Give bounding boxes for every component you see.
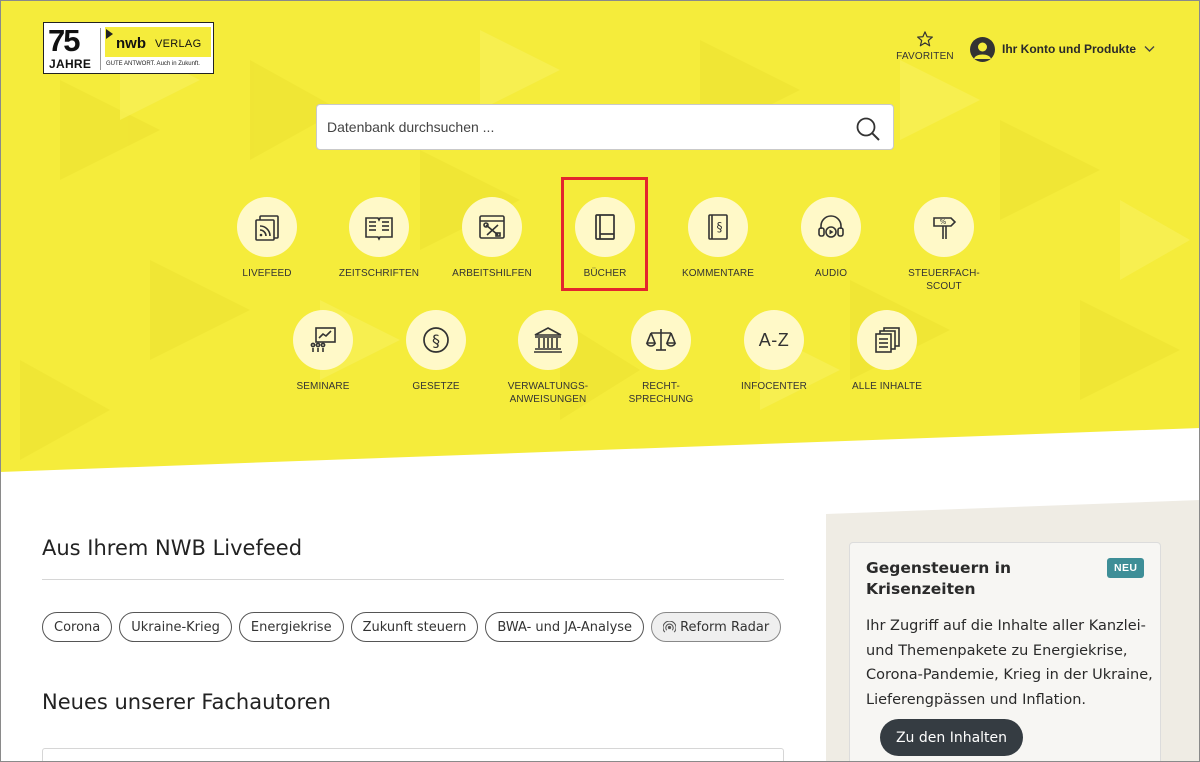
livefeed-heading: Aus Ihrem NWB Livefeed [42, 536, 303, 560]
headphones-icon [818, 215, 844, 238]
tile-rechtsprechung[interactable]: RECHT- SPRECHUNG [611, 310, 711, 406]
nwb-logo[interactable]: 75 JAHRE nwb VERLAG GUTE ANTWORT. Auch i… [43, 22, 214, 74]
svg-text:§: § [432, 331, 440, 350]
livefeed-icon [255, 215, 279, 241]
tag-corona[interactable]: Corona [42, 612, 113, 642]
tag-energiekrise[interactable]: Energiekrise [238, 612, 344, 642]
tile-label: ZEITSCHRIFTEN [338, 268, 420, 279]
scales-icon [645, 329, 677, 351]
tile-label: KOMMENTARE [682, 268, 754, 279]
search-icon [856, 117, 880, 141]
search-bar [316, 104, 894, 150]
logo-brand-suffix: VERLAG [155, 38, 202, 50]
tile-label: INFOCENTER [741, 381, 807, 392]
tile-livefeed[interactable]: LIVEFEED [217, 197, 317, 280]
tag-bwa-ja-analyse[interactable]: BWA- und JA-Analyse [485, 612, 645, 642]
tile-gesetze[interactable]: § GESETZE [386, 310, 486, 393]
logo-triangle-icon [106, 29, 113, 39]
tile-buecher[interactable]: BÜCHER [555, 197, 655, 280]
search-input[interactable] [327, 105, 827, 149]
tag-zukunft-steuern[interactable]: Zukunft steuern [350, 612, 479, 642]
tag-reform-radar-label: Reform Radar [680, 619, 770, 635]
tile-label: BÜCHER [583, 268, 627, 279]
tile-steuerfachscout[interactable]: % STEUERFACH- SCOUT [894, 197, 994, 293]
tile-alle-inhalte[interactable]: ALLE INHALTE [837, 310, 937, 393]
radar-icon [663, 620, 677, 633]
promo-title: Gegensteuern in Krisenzeiten [866, 559, 1011, 598]
tile-label: SEMINARE [296, 381, 350, 392]
tile-label: RECHT- SPRECHUNG [628, 381, 694, 405]
tile-circle [801, 197, 861, 257]
svg-text:%: % [940, 218, 947, 226]
promo-button[interactable]: Zu den Inhalten [880, 719, 1023, 756]
tile-circle [293, 310, 353, 370]
tile-circle: § [688, 197, 748, 257]
tile-label: GESETZE [412, 381, 460, 392]
tile-circle [631, 310, 691, 370]
book-icon [595, 214, 615, 240]
tile-circle: A-Z [744, 310, 804, 370]
az-icon: A-Z [758, 329, 790, 350]
tile-circle [237, 197, 297, 257]
tile-verwaltungsanweisungen[interactable]: VERWALTUNGS- ANWEISUNGEN [498, 310, 598, 406]
tile-label: STEUERFACH- SCOUT [908, 268, 980, 292]
authors-list-box [42, 748, 784, 762]
new-badge: NEU [1107, 558, 1145, 578]
chevron-down-icon [1144, 46, 1155, 52]
account-menu[interactable]: Ihr Konto und Produkte [970, 36, 1155, 62]
tile-circle [518, 310, 578, 370]
tools-icon [479, 215, 505, 239]
tag-ukraine-krieg[interactable]: Ukraine-Krieg [119, 612, 232, 642]
tile-arbeitshilfen[interactable]: ARBEITSHILFEN [442, 197, 542, 280]
tile-label: LIVEFEED [242, 268, 292, 279]
tile-circle [349, 197, 409, 257]
magazine-icon [365, 217, 393, 241]
tile-circle [857, 310, 917, 370]
tile-kommentare[interactable]: § KOMMENTARE [668, 197, 768, 280]
logo-years-number: 75 [48, 23, 81, 58]
tile-circle: % [914, 197, 974, 257]
tile-infocenter[interactable]: A-Z INFOCENTER [724, 310, 824, 393]
svg-text:§: § [717, 220, 723, 234]
logo-years-word: JAHRE [49, 57, 92, 71]
tile-circle: § [406, 310, 466, 370]
documents-icon [875, 327, 900, 353]
signpost-icon: % [933, 217, 957, 239]
logo-divider [100, 28, 101, 70]
tile-seminare[interactable]: SEMINARE [273, 310, 373, 393]
tile-label: ALLE INHALTE [852, 381, 922, 392]
tag-reform-radar[interactable]: Reform Radar [651, 612, 782, 642]
tile-circle [462, 197, 522, 257]
account-label: Ihr Konto und Produkte [1002, 42, 1136, 56]
seminar-icon [310, 327, 336, 352]
favorites-label: FAVORITEN [896, 51, 954, 62]
promo-text: Ihr Zugriff auf die Inhalte aller Kanzle… [866, 618, 1153, 708]
heading-divider [42, 579, 784, 580]
tile-label: AUDIO [814, 268, 848, 279]
livefeed-tags: Corona Ukraine-Krieg Energiekrise Zukunf… [42, 612, 788, 642]
tile-zeitschriften[interactable]: ZEITSCHRIFTEN [329, 197, 429, 280]
authors-heading: Neues unserer Fachautoren [42, 690, 331, 714]
logo-tagline: GUTE ANTWORT. Auch in Zukunft. [106, 61, 200, 67]
paragraph-icon: § [423, 327, 449, 353]
building-icon [534, 327, 562, 353]
tile-circle [575, 197, 635, 257]
commentary-icon: § [708, 214, 728, 240]
search-button[interactable] [855, 116, 881, 142]
favorites-button[interactable]: FAVORITEN [893, 30, 957, 62]
logo-brand: nwb [116, 35, 146, 52]
tile-audio[interactable]: AUDIO [781, 197, 881, 280]
tile-label: ARBEITSHILFEN [452, 268, 532, 279]
user-avatar-icon [970, 36, 995, 62]
star-icon [917, 31, 933, 47]
tile-label: VERWALTUNGS- ANWEISUNGEN [507, 381, 589, 405]
promo-card: Gegensteuern in Krisenzeiten NEU Ihr Zug… [849, 542, 1161, 762]
